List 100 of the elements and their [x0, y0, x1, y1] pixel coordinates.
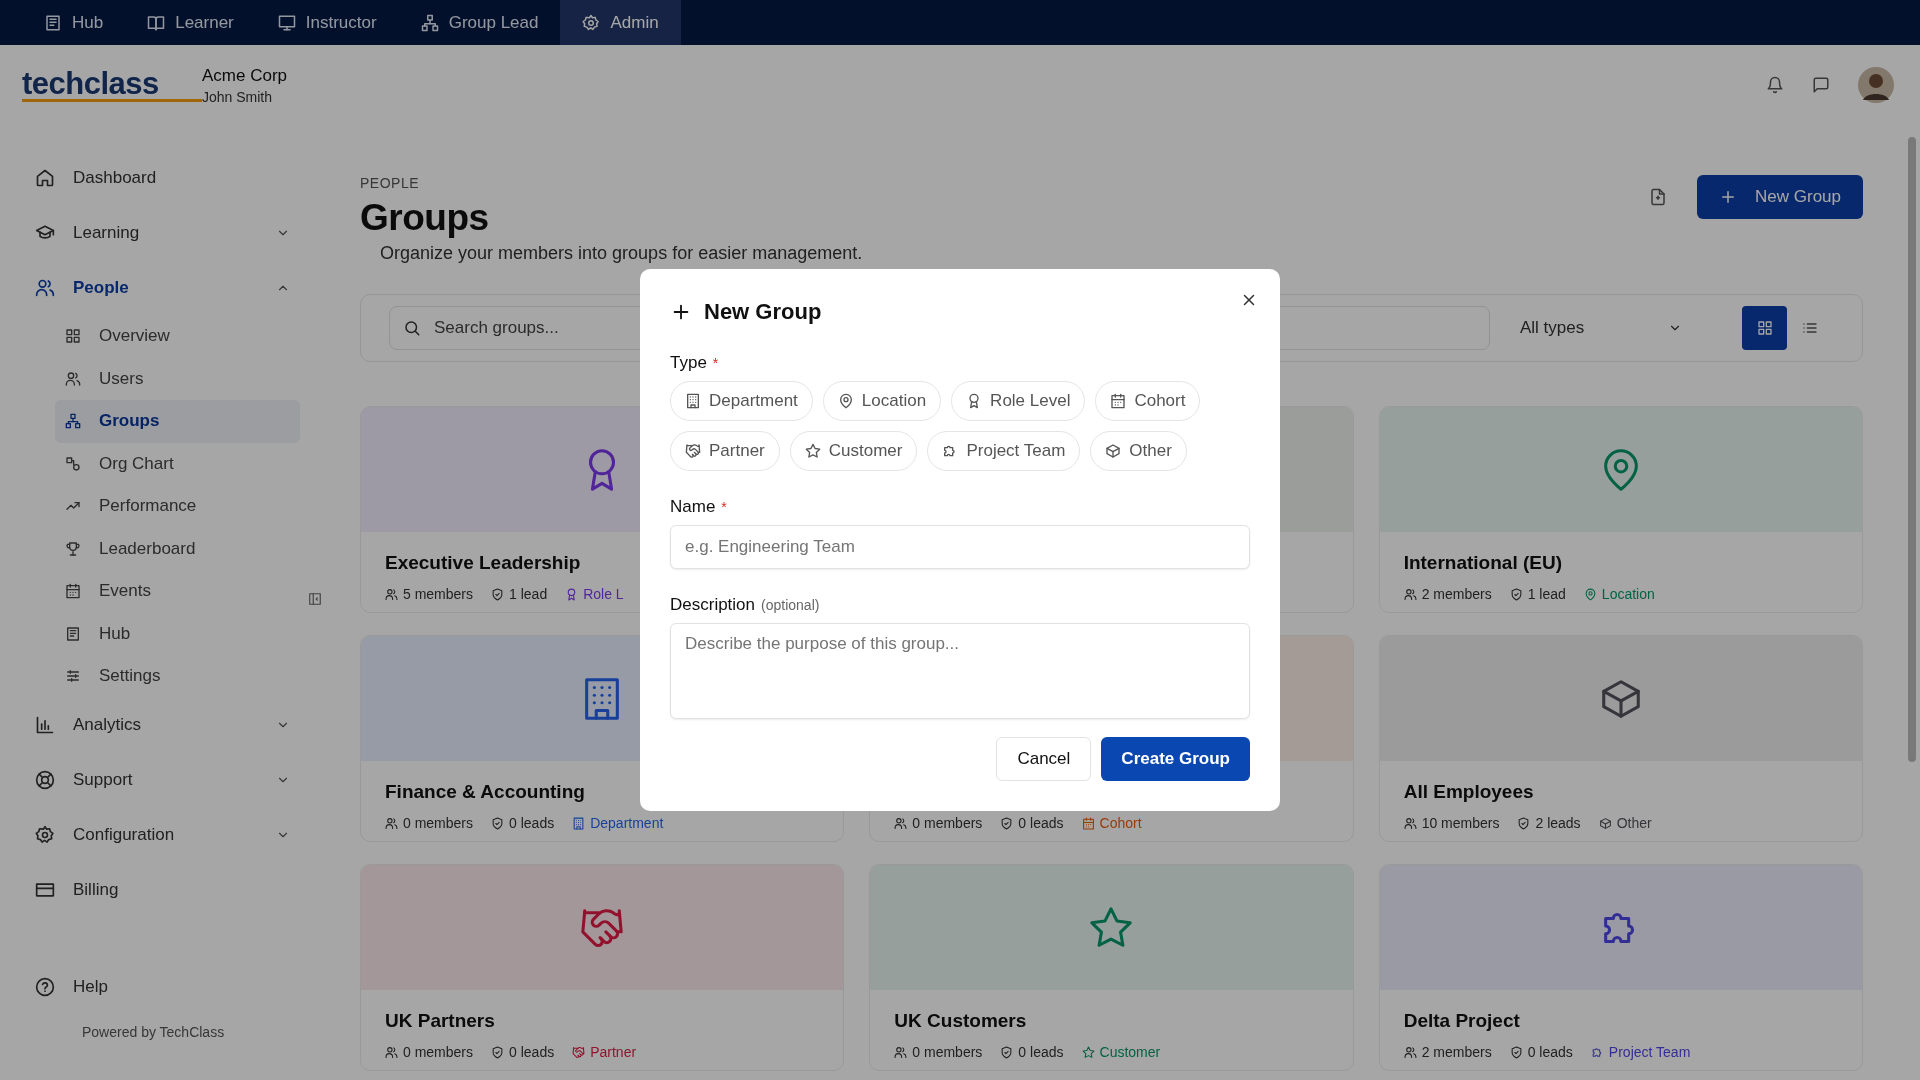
map-pin-icon: [837, 393, 854, 409]
group-name: All Employees: [1403, 781, 1534, 804]
calendar-icon: [65, 583, 81, 600]
nav-subitem[interactable]: Overview: [55, 315, 300, 358]
shield-check-icon: [491, 1045, 505, 1059]
field-label: Type: [670, 353, 707, 373]
nav-item[interactable]: Dashboard: [35, 150, 300, 205]
group-card[interactable]: International (EU) 2 members 1 lead Location: [1378, 406, 1863, 613]
lead-count: 2 leads: [1535, 815, 1581, 831]
gear-icon: [35, 825, 55, 845]
group-name: Executive Leadership: [385, 552, 581, 575]
puzzle-icon: [1590, 1045, 1604, 1059]
hierarchy-icon: [65, 413, 81, 430]
member-count: 2 members: [1421, 1044, 1492, 1060]
powered-by-text: Powered by TechClass: [81, 1024, 226, 1040]
member-count: 0 members: [912, 1044, 983, 1060]
handshake-icon: [572, 1045, 586, 1059]
collapse-sidebar-button[interactable]: [308, 592, 322, 606]
nav-subitem[interactable]: Hub: [55, 612, 300, 655]
document-icon: [1649, 188, 1667, 206]
nav-item[interactable]: Billing: [35, 862, 300, 918]
group-name: International (EU): [1403, 552, 1562, 575]
user-avatar[interactable]: [1858, 67, 1894, 103]
group-type: Cohort: [1099, 815, 1142, 831]
description-field[interactable]: Describe the purpose of this group...: [670, 623, 1250, 719]
building-icon: [685, 393, 701, 409]
nav-subitem[interactable]: Performance: [55, 485, 300, 528]
page-subtitle: Organize your members into groups for easier management.: [379, 243, 863, 264]
shield-check-icon: [1000, 1045, 1014, 1059]
cancel-button[interactable]: Cancel: [996, 737, 1092, 781]
nav-subitem[interactable]: Users: [55, 357, 300, 400]
app-tab[interactable]: Learner: [125, 0, 256, 45]
grid-view-button[interactable]: [1742, 306, 1787, 350]
hierarchy-icon: [420, 13, 439, 32]
export-button[interactable]: [1649, 188, 1667, 206]
nav-item[interactable]: Configuration: [35, 807, 300, 863]
group-type: Department: [590, 815, 664, 831]
notifications-button[interactable]: [1766, 76, 1784, 94]
lead-count: 0 leads: [1018, 815, 1064, 831]
gear-icon: [582, 13, 601, 32]
map-pin-icon: [1583, 587, 1597, 601]
member-count: 10 members: [1421, 815, 1500, 831]
newspaper-icon: [65, 625, 81, 642]
app-tab[interactable]: Group Lead: [398, 0, 561, 45]
cube-icon: [1598, 816, 1612, 830]
star-icon: [804, 443, 821, 459]
new-group-button[interactable]: New Group: [1697, 175, 1863, 219]
nav-item[interactable]: Learning: [35, 205, 300, 260]
group-name: Delta Project: [1403, 1010, 1520, 1033]
shield-check-icon: [1517, 816, 1531, 830]
lead-count: 1 lead: [1527, 586, 1566, 602]
lifebuoy-icon: [35, 770, 55, 790]
nav-item[interactable]: Support: [35, 752, 300, 808]
lead-count: 1 lead: [509, 586, 548, 602]
lead-count: 0 leads: [1527, 1044, 1573, 1060]
users-icon: [1403, 587, 1417, 601]
nav-item[interactable]: Analytics: [35, 697, 300, 753]
shield-check-icon: [1509, 587, 1523, 601]
group-type: Location: [1601, 586, 1655, 602]
breadcrumb: PEOPLE: [360, 175, 421, 191]
messages-button[interactable]: [1812, 76, 1830, 94]
monitor-icon: [277, 13, 296, 32]
app-tab[interactable]: Instructor: [255, 0, 399, 45]
nav-subitem[interactable]: Org Chart: [55, 442, 300, 485]
type-dropdown[interactable]: All types: [1506, 306, 1696, 350]
users-icon: [35, 277, 55, 298]
nav-subitem[interactable]: Leaderboard: [55, 527, 300, 570]
star-icon: [1081, 1045, 1095, 1059]
organization-name: Acme Corp: [202, 65, 288, 86]
name-field[interactable]: e.g. Engineering Team: [670, 525, 1250, 569]
user-name: John Smith: [202, 88, 274, 105]
users-icon: [385, 816, 398, 830]
nav-subitem[interactable]: Events: [55, 570, 300, 613]
member-count: 5 members: [403, 586, 474, 602]
help-link[interactable]: Help: [35, 959, 300, 1014]
calendar-icon: [1110, 393, 1127, 409]
scrollbar-thumb[interactable]: [1908, 137, 1916, 762]
sliders-icon: [65, 668, 81, 685]
newspaper-icon: [44, 13, 62, 32]
building-icon: [572, 816, 586, 830]
users-icon: [385, 587, 398, 601]
nav-subitem[interactable]: Settings: [55, 655, 300, 698]
nav-item[interactable]: People: [35, 260, 300, 315]
group-name: UK Partners: [385, 1010, 495, 1033]
users-icon: [894, 816, 908, 830]
group-type: Customer: [1099, 1044, 1161, 1060]
app-tab[interactable]: Hub: [22, 0, 126, 45]
group-card[interactable]: UK Partners 0 members 0 leads Partner: [360, 864, 845, 1071]
group-card[interactable]: UK Customers 0 members 0 leads Customer: [869, 864, 1354, 1071]
nav-subitem[interactable]: Groups: [55, 400, 300, 443]
group-type: Partner: [590, 1044, 637, 1060]
app-tab[interactable]: Admin: [560, 0, 681, 45]
shield-check-icon: [1000, 816, 1014, 830]
group-card[interactable]: Delta Project 2 members 0 leads Project Team: [1378, 864, 1863, 1071]
required-mark: *: [721, 499, 727, 515]
group-card[interactable]: All Employees 10 members 2 leads Other: [1378, 635, 1863, 842]
create-group-button[interactable]: Create Group: [1101, 737, 1250, 781]
plus-icon: [1719, 188, 1737, 206]
group-name: UK Customers: [894, 1010, 1027, 1033]
group-type: Role L: [583, 586, 624, 602]
